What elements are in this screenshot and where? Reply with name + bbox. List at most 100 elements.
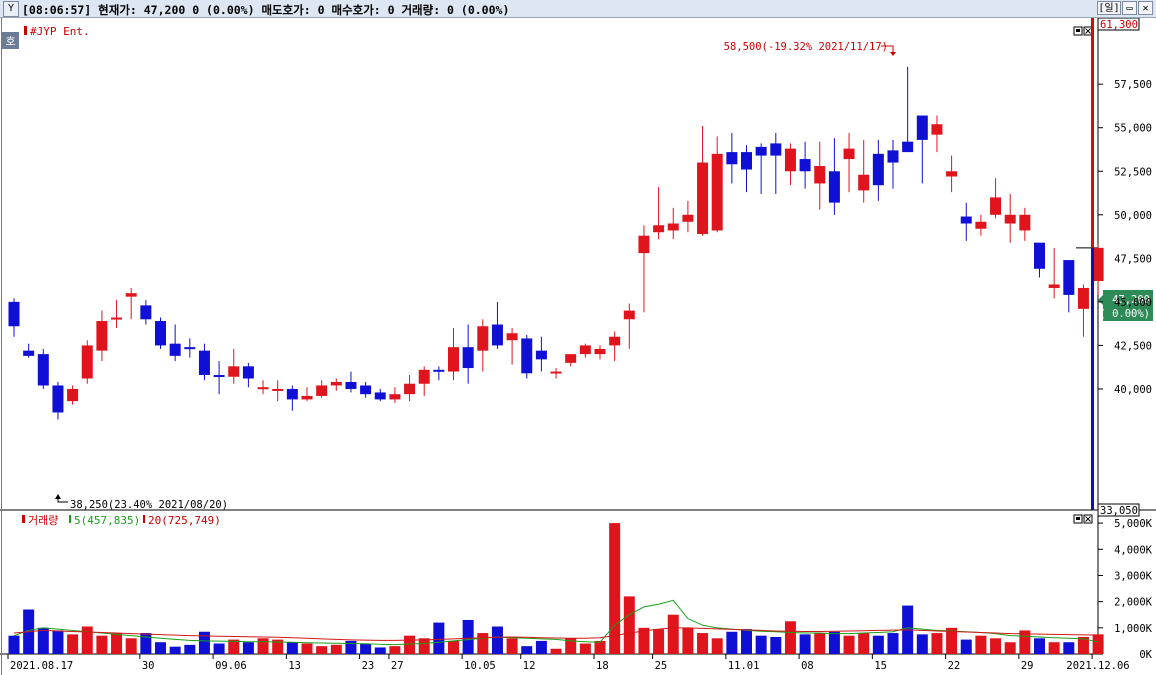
candle-body — [316, 385, 328, 396]
candle — [521, 334, 533, 379]
candle-body — [345, 381, 357, 389]
volume-bar — [1004, 642, 1016, 654]
candle-body — [1048, 284, 1060, 288]
volume-bar — [8, 635, 20, 654]
candle-body — [96, 321, 108, 351]
candle-body — [491, 324, 503, 346]
ma5-legend: 5(457,835) — [74, 514, 140, 527]
candle-body — [711, 153, 723, 231]
ma20-legend: 20(725,749) — [148, 514, 221, 527]
candle-body — [418, 369, 430, 384]
candle-body — [111, 317, 123, 320]
candle-body — [242, 366, 254, 379]
volume-bar — [198, 631, 210, 654]
candle-body — [140, 305, 152, 320]
volume-bar — [1063, 642, 1075, 654]
candle-body — [770, 143, 782, 156]
candle-body — [213, 375, 225, 378]
close-icon[interactable]: ✕ — [1138, 1, 1153, 15]
candle-body — [682, 214, 694, 222]
candle-body — [550, 371, 562, 374]
candle-body — [946, 171, 958, 177]
time-tick-label: 09.06 — [215, 660, 247, 672]
candle-body — [23, 350, 35, 356]
candle — [81, 340, 93, 384]
volume-bar — [506, 638, 518, 654]
volume-bar — [550, 648, 562, 654]
candle-body — [931, 124, 943, 135]
candle-body — [975, 221, 987, 229]
high-annotation: 58,500(-19.32% 2021/11/17) — [724, 41, 888, 53]
volume-bar — [887, 633, 899, 654]
time-tick-label: 10.05 — [464, 660, 496, 672]
candle-body — [828, 171, 840, 203]
candle-body — [374, 392, 386, 400]
candle-body — [52, 385, 64, 413]
candle-body — [872, 153, 884, 186]
candle-body — [667, 223, 679, 231]
gauge-upper-segment — [1091, 18, 1094, 248]
title-bar: Y [08:06:57] 현재가: 47,200 0 (0.00%) 매도호가:… — [0, 0, 1156, 18]
candle-body — [1034, 242, 1045, 269]
volume-bar — [360, 643, 372, 654]
time-tick-label: 15 — [874, 660, 887, 672]
candle-body — [858, 174, 870, 191]
volume-bar — [931, 633, 943, 654]
time-tick-label: 27 — [391, 660, 404, 672]
volume-bar — [491, 626, 503, 654]
volume-bar — [257, 638, 269, 654]
volume-bar — [960, 639, 972, 654]
candle-body — [579, 345, 591, 355]
volume-bar — [1034, 638, 1045, 654]
candle-body — [198, 350, 210, 376]
volume-bar — [697, 633, 709, 654]
app-logo-icon: Y — [3, 1, 19, 17]
volume-tick-label: 1,000K — [1114, 623, 1153, 635]
volume-bar — [711, 638, 723, 654]
candle-body — [623, 310, 635, 320]
axis-top-label: 61,300 — [1100, 19, 1138, 31]
time-tick-label: 29 — [1021, 660, 1034, 672]
candle-body — [799, 159, 811, 172]
candle-body — [1092, 247, 1104, 281]
chart-window: Y [08:06:57] 현재가: 47,200 0 (0.00%) 매도호가:… — [0, 0, 1156, 675]
gauge-lower-segment — [1091, 247, 1094, 510]
volume-bar — [623, 596, 635, 654]
volume-bar — [975, 635, 987, 654]
volume-bar — [579, 643, 591, 654]
time-tick-label: 25 — [655, 660, 668, 672]
axis-bottom-label: 33,050 — [1100, 505, 1138, 517]
volume-bar — [448, 640, 459, 654]
volume-bar — [301, 643, 313, 654]
low-annotation: 38,250(23.40% 2021/08/20) — [70, 499, 228, 511]
volume-bar — [477, 633, 489, 654]
volume-bar — [1092, 634, 1104, 654]
candle — [155, 317, 166, 349]
candle-body — [448, 347, 459, 372]
volume-bar — [155, 642, 166, 654]
candle-body — [653, 225, 665, 233]
chart-canvas[interactable]: 호 #JYP Ent. 61,300 33,050 47,200 ( 0.00%… — [0, 18, 1156, 675]
volume-bar — [667, 614, 679, 654]
volume-bar — [462, 619, 474, 654]
volume-bar — [433, 622, 445, 654]
volume-bar — [111, 633, 123, 654]
ma5-legend-swatch — [69, 515, 71, 523]
plot-background — [0, 18, 1098, 675]
volume-tick-label: 0K — [1139, 649, 1152, 661]
volume-bar — [799, 634, 811, 654]
volume-tick-label: 2,000K — [1114, 597, 1153, 609]
candle-body — [67, 388, 79, 402]
volume-bar — [81, 626, 93, 654]
restore-icon[interactable]: ▭ — [1122, 1, 1137, 15]
candle-body — [697, 162, 709, 234]
period-day-button[interactable]: [일] — [1097, 1, 1121, 15]
candle-body — [814, 166, 826, 184]
time-tick-label: 23 — [362, 660, 375, 672]
price-tick-label: 45,000 — [1114, 297, 1152, 309]
candle-body — [433, 369, 445, 372]
price-tick-label: 42,500 — [1114, 340, 1152, 352]
time-tick-label: 22 — [948, 660, 961, 672]
candle-body — [1004, 214, 1016, 224]
time-tick-label: 12 — [523, 660, 536, 672]
